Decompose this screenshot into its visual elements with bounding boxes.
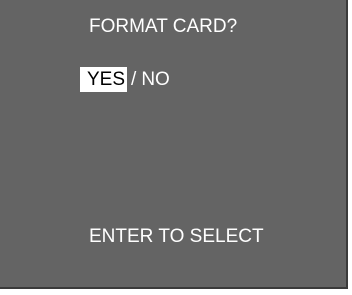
option-separator: / (131, 69, 137, 90)
no-option[interactable]: NO (141, 67, 170, 92)
dialog-title: FORMAT CARD? (89, 16, 238, 37)
yes-option[interactable]: YES (80, 67, 128, 92)
option-selector: YES / NO (80, 67, 170, 92)
format-card-dialog: FORMAT CARD? YES / NO ENTER TO SELECT (0, 0, 348, 289)
select-hint: ENTER TO SELECT (89, 226, 264, 247)
